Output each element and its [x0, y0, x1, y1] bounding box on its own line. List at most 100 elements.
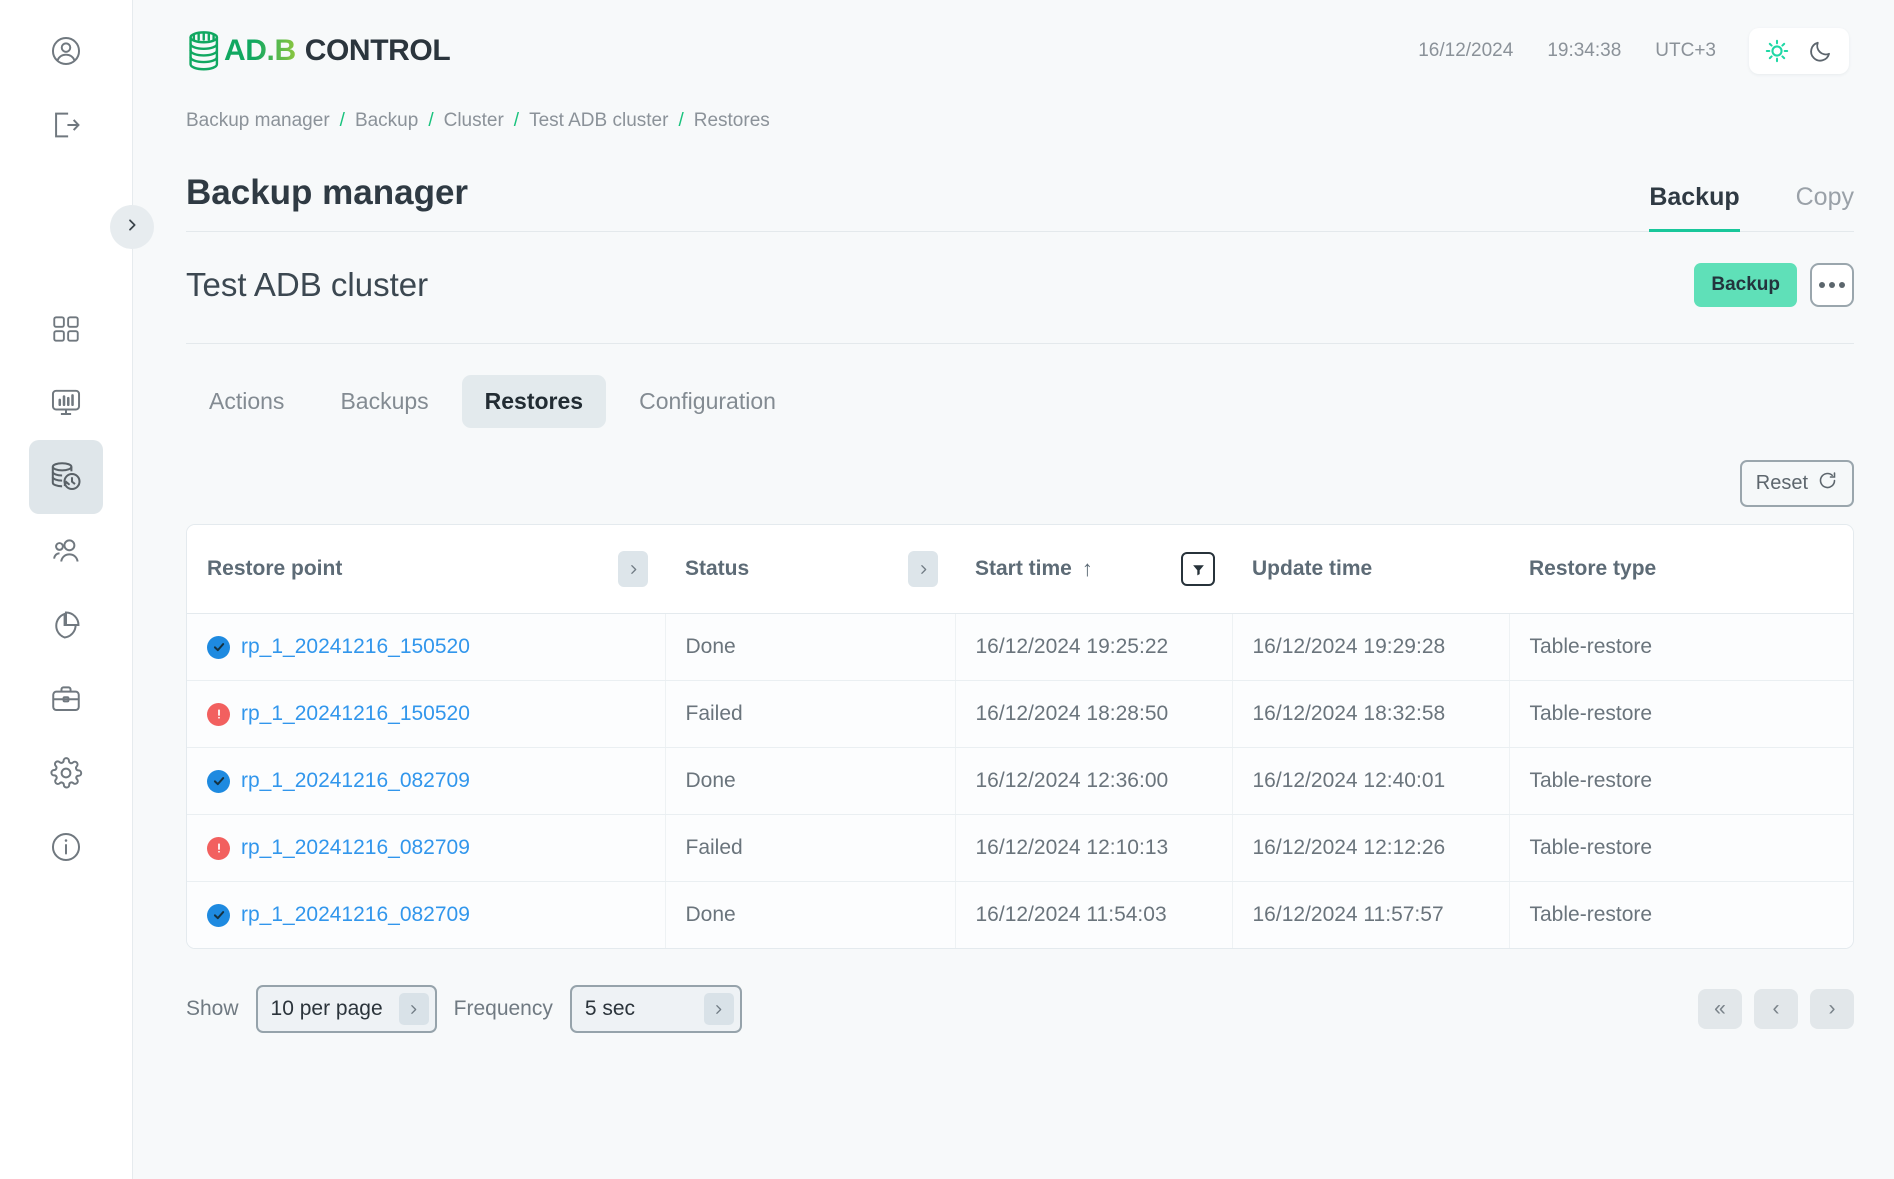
cell-status: Failed — [664, 814, 955, 882]
sidebar-item-monitoring[interactable] — [29, 366, 103, 440]
column-header-start-time[interactable]: Start time ↑ — [955, 525, 1232, 614]
moon-icon[interactable] — [1807, 37, 1835, 65]
sidebar-item-reports[interactable] — [29, 588, 103, 662]
cell-restore-type: Table-restore — [1508, 613, 1853, 681]
column-header-restore-type: Restore type — [1509, 525, 1853, 614]
more-actions-button[interactable] — [1810, 263, 1854, 307]
frequency-select[interactable]: 5 sec — [569, 985, 742, 1033]
cluster-actions: Backup — [1694, 263, 1854, 307]
sidebar-item-logout[interactable] — [29, 88, 103, 162]
cell-restore-type: Table-restore — [1508, 747, 1853, 815]
table-footer: Show 10 per page Frequency 5 sec « ‹ › — [186, 985, 1854, 1033]
sort-ascending-icon[interactable]: ↑ — [1082, 556, 1093, 582]
toolbar: Reset — [186, 460, 1854, 507]
restore-point-link[interactable]: rp_1_20241216_082709 — [241, 903, 470, 927]
column-label: Start time — [975, 557, 1072, 580]
app-root: AD.B CONTROL 16/12/2024 19:34:38 UTC+3 B… — [0, 0, 1894, 1179]
error-circle-icon — [207, 702, 230, 726]
header-right: 16/12/2024 19:34:38 UTC+3 — [1418, 28, 1849, 74]
pagination-prev-button[interactable]: ‹ — [1754, 989, 1798, 1029]
column-header-update-time: Update time — [1232, 525, 1509, 614]
table-row[interactable]: rp_1_20241216_150520 Done 16/12/2024 19:… — [187, 613, 1853, 681]
breadcrumb-item-2[interactable]: Cluster — [444, 110, 504, 132]
frequency-value: 5 sec — [584, 997, 636, 1020]
footer-controls: Show 10 per page Frequency 5 sec — [186, 985, 742, 1033]
cell-restore-point: rp_1_20241216_082709 — [187, 881, 665, 948]
table-row[interactable]: rp_1_20241216_082709 Failed 16/12/2024 1… — [187, 814, 1853, 882]
sidebar-expand-toggle[interactable] — [110, 205, 154, 249]
theme-toggle — [1749, 28, 1849, 74]
briefcase-icon — [49, 682, 83, 716]
column-header-status: Status — [665, 525, 955, 614]
database-stack-icon — [186, 29, 224, 73]
cell-status: Done — [664, 613, 955, 681]
restore-point-link[interactable]: rp_1_20241216_082709 — [241, 769, 470, 793]
logo-text-control: CONTROL — [304, 34, 451, 67]
main-area: AD.B CONTROL 16/12/2024 19:34:38 UTC+3 B… — [133, 0, 1894, 1179]
sidebar-item-users[interactable] — [29, 514, 103, 588]
cell-status: Done — [664, 881, 955, 948]
database-restore-icon — [48, 459, 84, 495]
column-expand-status[interactable] — [908, 551, 938, 587]
tab-restores[interactable]: Restores — [461, 375, 607, 428]
sidebar-item-backup-manager[interactable] — [29, 440, 103, 514]
info-icon — [49, 830, 83, 864]
column-expand-restore-point[interactable] — [618, 551, 648, 587]
cell-restore-type: Table-restore — [1508, 814, 1853, 882]
pagination-next-button[interactable]: › — [1810, 989, 1854, 1029]
sidebar-item-projects[interactable] — [29, 662, 103, 736]
table-body: rp_1_20241216_150520 Done 16/12/2024 19:… — [187, 613, 1853, 948]
check-circle-icon — [207, 769, 230, 793]
app-logo[interactable]: AD.B CONTROL — [186, 29, 451, 73]
restores-table: Restore point Status Start time ↑ Update… — [186, 524, 1854, 949]
tab-copy[interactable]: Copy — [1796, 183, 1854, 232]
breadcrumb-item-3[interactable]: Test ADB cluster — [529, 110, 668, 132]
chevron-right-icon — [398, 993, 429, 1025]
breadcrumb-item-4[interactable]: Restores — [694, 110, 770, 132]
sidebar-item-dashboard[interactable] — [29, 292, 103, 366]
page-size-select[interactable]: 10 per page — [255, 985, 437, 1033]
breadcrumb-item-0[interactable]: Backup manager — [186, 110, 330, 132]
restore-point-link[interactable]: rp_1_20241216_150520 — [241, 702, 470, 726]
ellipsis-icon — [1819, 282, 1845, 288]
breadcrumb-item-1[interactable]: Backup — [355, 110, 418, 132]
user-account-icon — [49, 34, 83, 68]
gear-icon — [49, 756, 83, 790]
tab-actions[interactable]: Actions — [186, 375, 307, 428]
sidebar-item-account[interactable] — [29, 14, 103, 88]
sidebar — [0, 0, 154, 1179]
restore-point-link[interactable]: rp_1_20241216_082709 — [241, 836, 470, 860]
backup-button[interactable]: Backup — [1694, 263, 1797, 307]
column-label: Restore point — [207, 557, 343, 580]
filter-icon[interactable] — [1181, 552, 1215, 586]
table-row[interactable]: rp_1_20241216_150520 Failed 16/12/2024 1… — [187, 680, 1853, 748]
table-row[interactable]: rp_1_20241216_082709 Done 16/12/2024 12:… — [187, 747, 1853, 815]
page-title-row: Backup manager Backup Copy — [186, 173, 1854, 232]
cell-start-time: 16/12/2024 11:54:03 — [954, 881, 1232, 948]
header-time: 19:34:38 — [1547, 40, 1622, 61]
sidebar-item-settings[interactable] — [29, 736, 103, 810]
cell-restore-point: rp_1_20241216_150520 — [187, 680, 665, 748]
refresh-icon — [1817, 470, 1838, 497]
logo-text-adb: AD.B — [224, 34, 296, 67]
table-row[interactable]: rp_1_20241216_082709 Done 16/12/2024 11:… — [187, 881, 1853, 948]
page-tabs: Backup Copy — [1649, 183, 1854, 232]
sun-icon[interactable] — [1763, 37, 1791, 65]
table-header-row: Restore point Status Start time ↑ Update… — [187, 525, 1853, 614]
tab-backup[interactable]: Backup — [1649, 183, 1740, 232]
column-label: Update time — [1252, 557, 1373, 580]
column-label: Status — [685, 557, 750, 580]
breadcrumb-separator: / — [339, 110, 345, 131]
reset-button[interactable]: Reset — [1739, 460, 1854, 507]
tab-backups[interactable]: Backups — [317, 375, 451, 428]
users-icon — [49, 534, 83, 568]
logout-icon — [49, 108, 83, 142]
tab-configuration[interactable]: Configuration — [616, 375, 799, 428]
cell-update-time: 16/12/2024 11:57:57 — [1231, 881, 1509, 948]
breadcrumb: Backup manager / Backup / Cluster / Test… — [186, 110, 1854, 132]
pagination-first-button[interactable]: « — [1698, 989, 1742, 1029]
cell-restore-point: rp_1_20241216_150520 — [187, 613, 665, 681]
restore-point-link[interactable]: rp_1_20241216_150520 — [241, 635, 470, 659]
frequency-label: Frequency — [453, 997, 553, 1020]
sidebar-item-info[interactable] — [29, 810, 103, 884]
